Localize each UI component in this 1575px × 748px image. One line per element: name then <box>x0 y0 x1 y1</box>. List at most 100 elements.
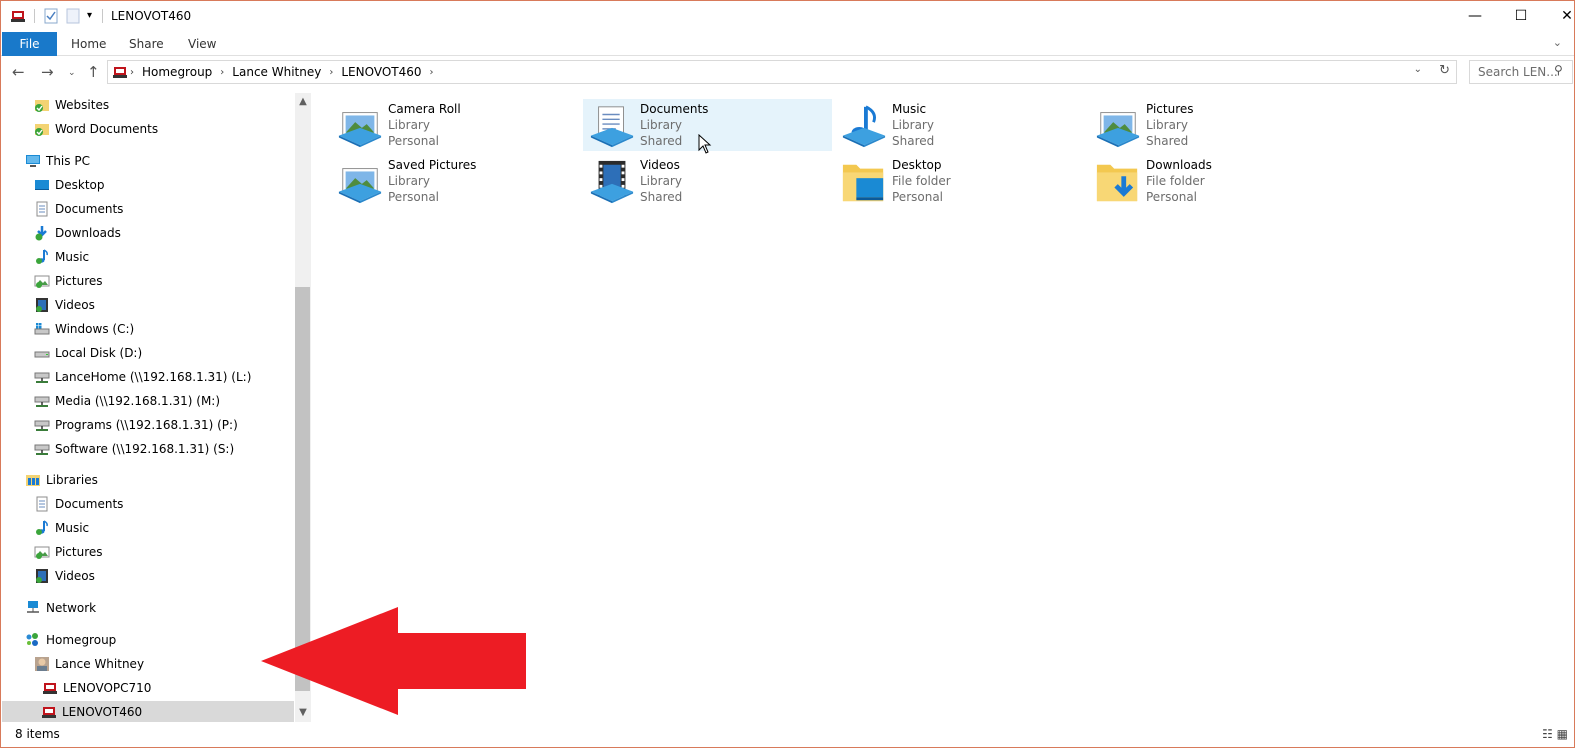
desktop-folder-icon <box>841 159 887 205</box>
desktop-icon <box>34 177 50 193</box>
scroll-up-arrow-icon[interactable]: ▲ <box>295 96 311 107</box>
sidebar-item-lance-whitney[interactable]: Lance Whitney <box>34 653 144 675</box>
sidebar-item-programs-192-168-1-31-p[interactable]: Programs (\\192.168.1.31) (P:) <box>34 414 238 436</box>
sidebar-item-media-192-168-1-31-m[interactable]: Media (\\192.168.1.31) (M:) <box>34 390 220 412</box>
breadcrumb-homegroup[interactable]: Homegroup <box>142 65 212 79</box>
item-count: 8 items <box>15 727 60 741</box>
sidebar-item-label: LanceHome (\\192.168.1.31) (L:) <box>55 370 252 384</box>
properties-icon[interactable] <box>44 8 58 24</box>
sidebar-item-lancehome-192-168-1-31-l[interactable]: LanceHome (\\192.168.1.31) (L:) <box>34 366 251 388</box>
up-arrow-icon[interactable]: ↑ <box>87 63 100 81</box>
breadcrumb-chevron-icon[interactable]: › <box>329 67 333 78</box>
breadcrumb-chevron-icon[interactable]: › <box>130 67 134 78</box>
pictures-library-icon <box>337 159 383 205</box>
sidebar-item-pictures[interactable]: Pictures <box>34 270 103 292</box>
refresh-icon[interactable]: ↻ <box>1439 63 1450 78</box>
qa-separator <box>102 9 103 23</box>
breadcrumb-lance-whitney[interactable]: Lance Whitney <box>232 65 321 79</box>
pictures-icon <box>34 544 50 560</box>
sidebar-item-label: Videos <box>55 298 95 312</box>
sidebar-item-label: Libraries <box>46 473 98 487</box>
tile-music[interactable]: Music Library Shared <box>835 99 1084 151</box>
tile-name: Music <box>892 102 927 116</box>
search-icon[interactable]: ⚲ <box>1554 63 1568 77</box>
sidebar-item-documents[interactable]: Documents <box>34 493 123 515</box>
videos-library-icon <box>589 159 635 205</box>
network-drive-icon <box>34 417 50 433</box>
sidebar-item-videos[interactable]: Videos <box>34 294 95 316</box>
tile-camera-roll[interactable]: Camera Roll Library Personal <box>331 99 580 151</box>
tile-pictures[interactable]: Pictures Library Shared <box>1089 99 1338 151</box>
recent-locations-chevron-icon[interactable]: ⌄ <box>68 68 76 78</box>
tile-saved-pictures[interactable]: Saved Pictures Library Personal <box>331 155 580 207</box>
tile-owner: Shared <box>640 190 683 204</box>
back-arrow-icon[interactable]: ← <box>12 63 25 81</box>
sidebar-item-music[interactable]: Music <box>34 517 89 539</box>
sidebar-item-label: Word Documents <box>55 122 159 136</box>
pc-icon <box>42 680 58 696</box>
sidebar-item-lenovopc710[interactable]: LENOVOPC710 <box>42 677 151 699</box>
maximize-button[interactable]: ☐ <box>1498 1 1544 31</box>
tile-type: Library <box>388 118 430 132</box>
sidebar-item-label: Programs (\\192.168.1.31) (P:) <box>55 418 238 432</box>
customize-toolbar-icon[interactable]: ▾ <box>87 10 92 26</box>
navigation-bar: ← → ⌄ ↑ › Homegroup › Lance Whitney › LE… <box>1 57 1574 88</box>
sidebar-item-label: Windows (C:) <box>55 322 135 336</box>
sidebar-item-downloads[interactable]: Downloads <box>34 222 121 244</box>
videos-icon <box>34 568 50 584</box>
sidebar-item-websites[interactable]: Websites <box>34 94 109 116</box>
sidebar-item-word-documents[interactable]: Word Documents <box>34 118 158 140</box>
sidebar-item-network[interactable]: Network <box>25 597 96 619</box>
pictures-library-icon <box>337 103 383 149</box>
pc-icon <box>41 704 57 720</box>
library-folder-icon <box>34 97 50 113</box>
sidebar-item-windows-c[interactable]: Windows (C:) <box>34 318 134 340</box>
tile-videos[interactable]: Videos Library Shared <box>583 155 832 207</box>
sidebar-item-software-192-168-1-31-s[interactable]: Software (\\192.168.1.31) (S:) <box>34 438 234 460</box>
breadcrumb-chevron-icon[interactable]: › <box>430 67 434 78</box>
sidebar-item-local-disk-d[interactable]: Local Disk (D:) <box>34 342 142 364</box>
breadcrumb-chevron-icon[interactable]: › <box>220 67 224 78</box>
minimize-button[interactable]: — <box>1452 1 1498 31</box>
sidebar-item-lenovot460[interactable]: LENOVOT460 <box>2 701 294 722</box>
tile-name: Desktop <box>892 158 942 172</box>
tile-downloads[interactable]: Downloads File folder Personal <box>1089 155 1338 207</box>
drive-icon <box>34 345 50 361</box>
documents-icon <box>34 201 50 217</box>
expand-ribbon-chevron-icon[interactable]: ⌄ <box>1553 36 1562 49</box>
address-history-chevron-icon[interactable]: ⌄ <box>1414 64 1422 75</box>
tile-name: Saved Pictures <box>388 158 477 172</box>
sidebar-item-videos[interactable]: Videos <box>34 565 95 587</box>
address-bar[interactable]: › Homegroup › Lance Whitney › LENOVOT460… <box>107 60 1457 84</box>
sidebar-item-label: This PC <box>46 154 90 168</box>
tile-type: Library <box>892 118 934 132</box>
tile-desktop[interactable]: Desktop File folder Personal <box>835 155 1084 207</box>
sidebar-item-label: LENOVOPC710 <box>63 681 152 695</box>
sidebar-item-libraries[interactable]: Libraries <box>25 469 98 491</box>
qa-separator <box>34 9 35 23</box>
sidebar-item-documents[interactable]: Documents <box>34 198 123 220</box>
sidebar-item-label: Documents <box>55 202 124 216</box>
downloads-icon <box>34 225 50 241</box>
new-folder-icon[interactable] <box>66 8 80 24</box>
sidebar-item-label: Homegroup <box>46 633 117 647</box>
close-button[interactable]: ✕ <box>1544 1 1574 31</box>
tab-share[interactable]: Share <box>129 32 164 56</box>
homegroup-pc-icon[interactable] <box>10 8 26 24</box>
view-toggle-icons[interactable]: ☷ ▦ <box>1542 727 1568 741</box>
tab-home[interactable]: Home <box>71 32 106 56</box>
sidebar-item-this-pc[interactable]: This PC <box>25 150 90 172</box>
sidebar-item-homegroup[interactable]: Homegroup <box>25 629 116 651</box>
breadcrumb-lenovot460[interactable]: LENOVOT460 <box>341 65 421 79</box>
sidebar-item-pictures[interactable]: Pictures <box>34 541 103 563</box>
tab-view[interactable]: View <box>188 32 216 56</box>
tab-file[interactable]: File <box>2 32 57 56</box>
network-drive-icon <box>34 441 50 457</box>
sidebar-item-desktop[interactable]: Desktop <box>34 174 105 196</box>
sidebar-item-music[interactable]: Music <box>34 246 89 268</box>
sidebar-item-label: Software (\\192.168.1.31) (S:) <box>55 442 235 456</box>
sidebar-item-label: Downloads <box>55 226 121 240</box>
videos-icon <box>34 297 50 313</box>
forward-arrow-icon[interactable]: → <box>41 63 54 81</box>
network-drive-icon <box>34 393 50 409</box>
